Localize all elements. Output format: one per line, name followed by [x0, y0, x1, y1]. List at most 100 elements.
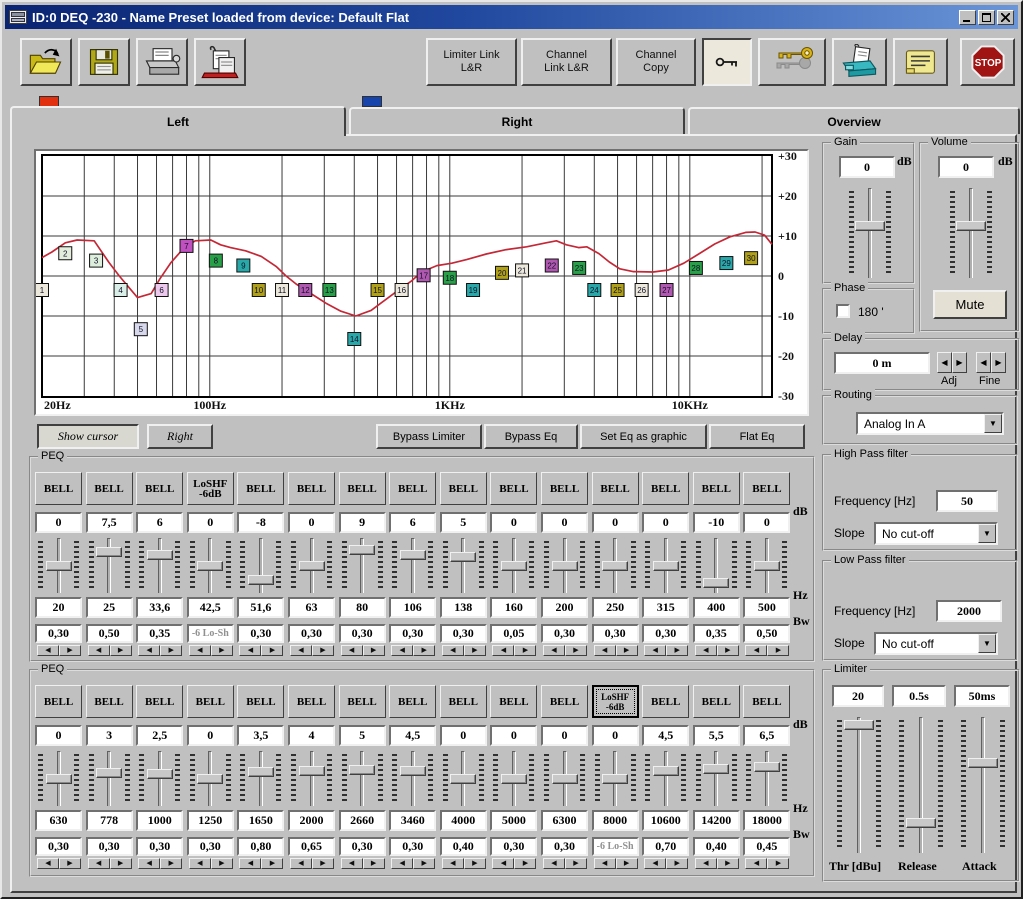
peq-band-7-type-button[interactable]: BELL: [339, 472, 386, 505]
delay-fine-up-button[interactable]: ▶: [991, 352, 1006, 373]
peq-band-9-bandwidth-value[interactable]: 0,30: [440, 624, 487, 643]
right-cursor-button[interactable]: Right: [147, 424, 213, 449]
peq-band-26-type-button[interactable]: BELL: [541, 685, 588, 718]
delay-adj-down-button[interactable]: ◀: [937, 352, 952, 373]
peq-band-1-gain-value[interactable]: 0: [35, 512, 82, 533]
peq-band-27-bw-increase-button[interactable]: ▶: [616, 858, 638, 869]
tab-overview[interactable]: Overview: [688, 107, 1020, 134]
tab-right[interactable]: Right: [349, 107, 685, 134]
peq-band-27-frequency-value[interactable]: 8000: [592, 810, 639, 831]
peq-band-16-bw-increase-button[interactable]: ▶: [59, 858, 81, 869]
show-cursor-button[interactable]: Show cursor: [37, 424, 139, 449]
peq-band-17-gain-value[interactable]: 3: [86, 725, 133, 746]
peq-band-14-bw-decrease-button[interactable]: ◀: [695, 645, 717, 656]
peq-band-18-bw-increase-button[interactable]: ▶: [160, 858, 182, 869]
slider-thumb[interactable]: [703, 764, 729, 774]
peq-band-22-frequency-value[interactable]: 2660: [339, 810, 386, 831]
peq-band-24-bw-increase-button[interactable]: ▶: [464, 858, 486, 869]
peq-band-2-bw-increase-button[interactable]: ▶: [110, 645, 132, 656]
peq-band-2-gain-value[interactable]: 7,5: [86, 512, 133, 533]
peq-band-13-gain-value[interactable]: 0: [642, 512, 689, 533]
slider-thumb[interactable]: [844, 720, 874, 730]
peq-band-21-gain-value[interactable]: 4: [288, 725, 335, 746]
slider-thumb[interactable]: [450, 552, 476, 562]
peq-band-29-bw-increase-button[interactable]: ▶: [717, 858, 739, 869]
peq-band-4-bandwidth-value[interactable]: -6 Lo-Sh: [187, 624, 234, 643]
peq-band-22-gain-value[interactable]: 5: [339, 725, 386, 746]
peq-band-20-gain-value[interactable]: 3,5: [237, 725, 284, 746]
peq-band-3-frequency-value[interactable]: 33,6: [136, 597, 183, 618]
peq-band-2-gain-slider[interactable]: [88, 538, 131, 593]
peq-band-7-frequency-value[interactable]: 80: [339, 597, 386, 618]
peq-band-21-bandwidth-value[interactable]: 0,65: [288, 837, 335, 856]
peq-band-23-bw-decrease-button[interactable]: ◀: [391, 858, 413, 869]
close-button[interactable]: [997, 10, 1014, 25]
limiter-attack-field[interactable]: 50ms: [954, 685, 1010, 707]
mute-button[interactable]: Mute: [933, 290, 1007, 319]
peq-band-2-bw-decrease-button[interactable]: ◀: [88, 645, 110, 656]
peq-band-21-frequency-value[interactable]: 2000: [288, 810, 335, 831]
print-button[interactable]: [136, 38, 188, 86]
peq-band-10-type-button[interactable]: BELL: [490, 472, 537, 505]
peq-band-11-bandwidth-value[interactable]: 0,30: [541, 624, 588, 643]
peq-band-19-type-button[interactable]: BELL: [187, 685, 234, 718]
peq-band-20-type-button[interactable]: BELL: [237, 685, 284, 718]
peq-band-29-bandwidth-value[interactable]: 0,40: [693, 837, 740, 856]
peq-band-2-type-button[interactable]: BELL: [86, 472, 133, 505]
peq-band-20-bandwidth-value[interactable]: 0,80: [237, 837, 284, 856]
peq-band-9-bw-increase-button[interactable]: ▶: [464, 645, 486, 656]
peq-band-1-bw-decrease-button[interactable]: ◀: [37, 645, 59, 656]
peq-band-28-gain-slider[interactable]: [644, 751, 687, 806]
peq-band-12-type-button[interactable]: BELL: [592, 472, 639, 505]
slider-thumb[interactable]: [653, 766, 679, 776]
peq-band-13-bw-increase-button[interactable]: ▶: [666, 645, 688, 656]
peq-band-30-frequency-value[interactable]: 18000: [743, 810, 790, 831]
slider-thumb[interactable]: [602, 774, 628, 784]
peq-band-23-gain-value[interactable]: 4,5: [389, 725, 436, 746]
slider-thumb[interactable]: [147, 550, 173, 560]
peq-band-30-bandwidth-value[interactable]: 0,45: [743, 837, 790, 856]
peq-band-15-bandwidth-value[interactable]: 0,50: [743, 624, 790, 643]
peq-band-24-bandwidth-value[interactable]: 0,40: [440, 837, 487, 856]
peq-band-22-bandwidth-value[interactable]: 0,30: [339, 837, 386, 856]
stop-button[interactable]: STOP: [960, 38, 1015, 86]
peq-band-13-gain-slider[interactable]: [644, 538, 687, 593]
peq-band-6-gain-slider[interactable]: [290, 538, 333, 593]
peq-band-27-bandwidth-value[interactable]: -6 Lo-Sh: [592, 837, 639, 856]
limiter-release-field[interactable]: 0.5s: [892, 685, 946, 707]
peq-band-18-type-button[interactable]: BELL: [136, 685, 183, 718]
volume-value-field[interactable]: 0: [938, 156, 994, 178]
peq-band-5-bw-increase-button[interactable]: ▶: [261, 645, 283, 656]
phase-180-checkbox[interactable]: [836, 304, 850, 318]
slider-thumb[interactable]: [754, 561, 780, 571]
peq-band-12-bw-increase-button[interactable]: ▶: [616, 645, 638, 656]
slider-thumb[interactable]: [299, 561, 325, 571]
lpf-slope-dropdown[interactable]: No cut-off ▼: [874, 632, 998, 655]
peq-band-3-type-button[interactable]: BELL: [136, 472, 183, 505]
peq-band-26-bandwidth-value[interactable]: 0,30: [541, 837, 588, 856]
peq-band-17-bw-decrease-button[interactable]: ◀: [88, 858, 110, 869]
peq-band-20-bw-increase-button[interactable]: ▶: [261, 858, 283, 869]
peq-band-24-bw-decrease-button[interactable]: ◀: [442, 858, 464, 869]
print-device-button[interactable]: [194, 38, 246, 86]
volume-slider[interactable]: [949, 188, 993, 278]
peq-band-17-bandwidth-value[interactable]: 0,30: [86, 837, 133, 856]
peq-band-15-type-button[interactable]: BELL: [743, 472, 790, 505]
peq-band-19-bw-increase-button[interactable]: ▶: [211, 858, 233, 869]
peq-band-5-frequency-value[interactable]: 51,6: [237, 597, 284, 618]
peq-band-25-frequency-value[interactable]: 5000: [490, 810, 537, 831]
peq-band-29-type-button[interactable]: BELL: [693, 685, 740, 718]
peq-band-16-gain-value[interactable]: 0: [35, 725, 82, 746]
peq-band-7-bw-decrease-button[interactable]: ◀: [341, 645, 363, 656]
send-device-button[interactable]: [832, 38, 887, 86]
limiter-link-button[interactable]: Limiter Link L&R: [426, 38, 517, 86]
delay-value-field[interactable]: 0 m: [834, 352, 930, 374]
peq-band-9-bw-decrease-button[interactable]: ◀: [442, 645, 464, 656]
peq-band-18-frequency-value[interactable]: 1000: [136, 810, 183, 831]
lpf-frequency-field[interactable]: 2000: [936, 600, 1002, 622]
peq-band-26-gain-slider[interactable]: [543, 751, 586, 806]
slider-thumb[interactable]: [197, 561, 223, 571]
peq-band-16-bandwidth-value[interactable]: 0,30: [35, 837, 82, 856]
peq-band-10-gain-value[interactable]: 0: [490, 512, 537, 533]
slider-thumb[interactable]: [400, 550, 426, 560]
